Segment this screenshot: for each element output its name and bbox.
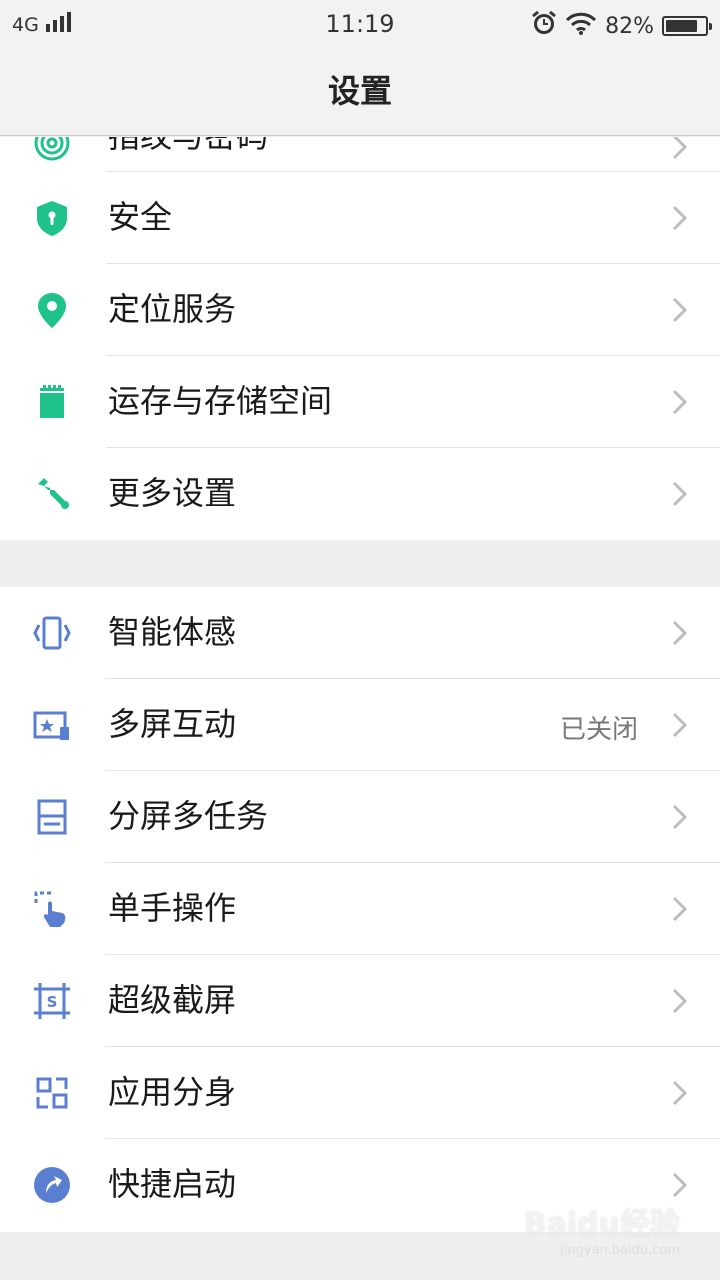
settings-item-wrench[interactable]: 更多设置 xyxy=(0,448,720,540)
chevron-right-icon xyxy=(670,137,690,161)
wifi-icon xyxy=(565,11,597,41)
chevron-right-icon xyxy=(670,480,690,508)
one-hand-icon xyxy=(32,889,72,929)
settings-item-shield[interactable]: 安全 xyxy=(0,172,720,264)
battery-icon xyxy=(662,16,712,36)
fingerprint-icon xyxy=(32,137,72,163)
settings-item-label: 智能体感 xyxy=(108,613,237,651)
settings-item-label: 分屏多任务 xyxy=(108,797,269,835)
svg-text:S: S xyxy=(47,993,58,1011)
settings-item-label: 安全 xyxy=(108,198,173,236)
settings-item-fingerprint[interactable]: 指纹与密码 xyxy=(0,137,720,172)
battery-fill xyxy=(666,20,698,32)
settings-item-label: 应用分身 xyxy=(108,1073,237,1111)
settings-item-label: 超级截屏 xyxy=(108,981,237,1019)
battery-percent: 82% xyxy=(605,13,654,39)
settings-item-location-pin[interactable]: 定位服务 xyxy=(0,264,720,356)
settings-item-label: 定位服务 xyxy=(108,290,237,328)
split-screen-icon xyxy=(32,797,72,837)
wrench-icon xyxy=(32,474,72,514)
chevron-right-icon xyxy=(670,1171,690,1199)
watermark-logo: Baidu经验 xyxy=(523,1207,680,1242)
settings-item-screenshot[interactable]: S 超级截屏 xyxy=(0,955,720,1047)
quick-launch-icon xyxy=(32,1165,72,1205)
chevron-right-icon xyxy=(670,619,690,647)
app-clone-icon xyxy=(32,1073,72,1113)
location-pin-icon xyxy=(32,290,72,330)
screenshot-icon: S xyxy=(32,981,72,1021)
watermark-url: jingyan.baidu.com xyxy=(560,1243,680,1258)
settings-item-label: 单手操作 xyxy=(108,889,237,927)
settings-item-label: 多屏互动 xyxy=(108,705,237,743)
chevron-right-icon xyxy=(670,296,690,324)
motion-sense-icon xyxy=(32,613,72,653)
chevron-right-icon xyxy=(670,803,690,831)
chevron-right-icon xyxy=(670,895,690,923)
settings-item-label: 运存与存储空间 xyxy=(108,382,333,420)
settings-item-status: 已关闭 xyxy=(559,715,638,745)
sd-card-icon xyxy=(32,382,72,422)
settings-item-motion-sense[interactable]: 智能体感 xyxy=(0,587,720,679)
settings-item-one-hand[interactable]: 单手操作 xyxy=(0,863,720,955)
settings-group-features: 智能体感多屏互动 已关闭分屏多任务单手操作 S 超级截屏应用分身快捷启动 xyxy=(0,587,720,1232)
shield-icon xyxy=(32,198,72,238)
settings-item-split-screen[interactable]: 分屏多任务 xyxy=(0,771,720,863)
settings-group-system: 指纹与密码安全定位服务运存与存储空间更多设置 xyxy=(0,137,720,540)
chevron-right-icon xyxy=(670,388,690,416)
settings-item-label: 快捷启动 xyxy=(108,1165,237,1203)
chevron-right-icon xyxy=(670,711,690,739)
settings-item-label: 指纹与密码 xyxy=(108,137,268,157)
settings-item-label: 更多设置 xyxy=(108,474,237,512)
page-title: 设置 xyxy=(0,48,720,136)
watermark: Baidu经验 jingyan.baidu.com xyxy=(524,1199,680,1258)
alarm-icon xyxy=(531,10,557,42)
status-bar: 4G 11:19 82% xyxy=(0,0,720,48)
screen-cast-icon xyxy=(32,705,72,745)
chevron-right-icon xyxy=(670,987,690,1015)
settings-item-app-clone[interactable]: 应用分身 xyxy=(0,1047,720,1139)
settings-item-screen-cast[interactable]: 多屏互动 已关闭 xyxy=(0,679,720,771)
chevron-right-icon xyxy=(670,204,690,232)
chevron-right-icon xyxy=(670,1079,690,1107)
settings-item-sd-card[interactable]: 运存与存储空间 xyxy=(0,356,720,448)
